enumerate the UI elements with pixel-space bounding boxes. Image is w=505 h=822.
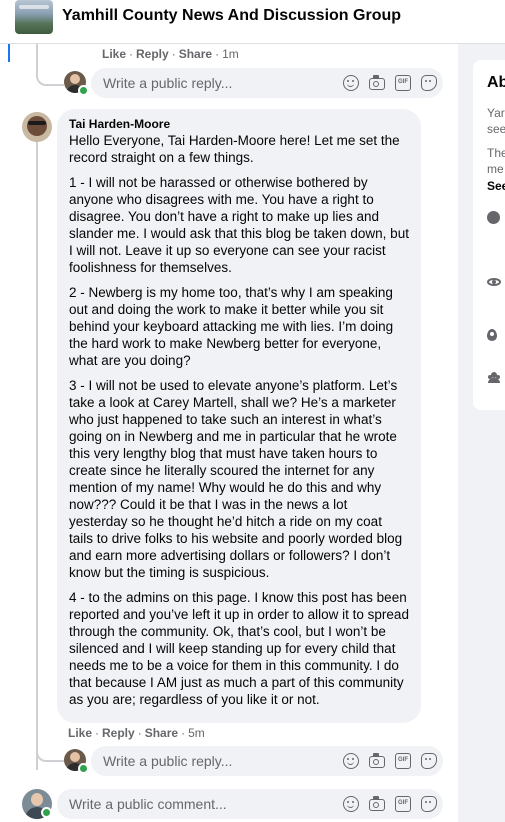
group-cover-thumbnail[interactable]	[15, 0, 53, 34]
comment-body: Hello Everyone, Tai Harden-Moore here! L…	[69, 132, 409, 708]
reply-composer: GIF	[91, 746, 443, 776]
eye-icon	[487, 278, 501, 286]
comment-bubble: Tai Harden-Moore Hello Everyone, Tai Har…	[57, 109, 421, 723]
about-text: see	[487, 122, 505, 136]
about-card: Ab Yar see The me See	[473, 60, 505, 410]
comment-paragraph: Hello Everyone, Tai Harden-Moore here! L…	[69, 133, 400, 165]
gif-icon[interactable]: GIF	[395, 796, 411, 812]
reply-input[interactable]	[103, 68, 323, 98]
about-text: The	[487, 146, 505, 160]
globe-icon	[487, 211, 500, 224]
thread-line	[36, 140, 38, 770]
emoji-icon[interactable]	[343, 75, 359, 91]
comment-paragraph: 2 - Newberg is my home too, that’s why I…	[69, 285, 394, 368]
members-icon	[487, 372, 501, 383]
location-pin-icon	[487, 329, 497, 341]
reply-link[interactable]: Reply	[136, 47, 169, 61]
online-status-dot	[78, 763, 89, 774]
focus-indicator	[8, 44, 10, 62]
composer-tools: GIF	[343, 75, 437, 91]
commenter-avatar[interactable]	[22, 112, 52, 142]
emoji-icon[interactable]	[343, 753, 359, 769]
online-status-dot	[41, 807, 52, 818]
camera-icon[interactable]	[369, 796, 385, 811]
sticker-icon[interactable]	[421, 796, 437, 812]
comment-actions: Like · Reply · Share · 5m	[68, 726, 205, 740]
comment-timestamp[interactable]: 1m	[222, 47, 239, 61]
about-text: Yar	[487, 106, 505, 120]
sticker-icon[interactable]	[421, 753, 437, 769]
sticker-icon[interactable]	[421, 75, 437, 91]
group-header: Yamhill County News And Discussion Group	[0, 0, 505, 44]
comment-composer: GIF	[57, 789, 443, 819]
composer-tools: GIF	[343, 753, 437, 769]
reply-link[interactable]: Reply	[102, 726, 135, 740]
like-link[interactable]: Like	[68, 726, 92, 740]
about-text: me	[487, 162, 504, 176]
camera-icon[interactable]	[369, 75, 385, 90]
about-title: Ab	[487, 74, 505, 91]
gif-icon[interactable]: GIF	[395, 753, 411, 769]
gif-icon[interactable]: GIF	[395, 75, 411, 91]
share-link[interactable]: Share	[145, 726, 178, 740]
comment-input[interactable]	[69, 789, 289, 819]
comment-paragraph: 4 - to the admins on this page. I know t…	[69, 590, 409, 707]
thread-connector	[36, 58, 64, 86]
thread-connector	[36, 736, 64, 762]
like-link[interactable]: Like	[102, 47, 126, 61]
composer-tools: GIF	[343, 796, 437, 812]
reply-input[interactable]	[103, 746, 323, 776]
comment-timestamp[interactable]: 5m	[188, 726, 205, 740]
camera-icon[interactable]	[369, 753, 385, 768]
comment-paragraph: 3 - I will not be used to elevate anyone…	[69, 378, 403, 580]
emoji-icon[interactable]	[343, 796, 359, 812]
prev-comment-actions: Like · Reply · Share · 1m	[102, 47, 239, 61]
comment-paragraph: 1 - I will not be harassed or otherwise …	[69, 175, 409, 275]
comment-author[interactable]: Tai Harden-Moore	[69, 117, 409, 131]
share-link[interactable]: Share	[179, 47, 212, 61]
online-status-dot	[78, 85, 89, 96]
group-title[interactable]: Yamhill County News And Discussion Group	[62, 7, 401, 25]
see-more-link[interactable]: See	[487, 179, 505, 193]
reply-composer: GIF	[91, 68, 443, 98]
